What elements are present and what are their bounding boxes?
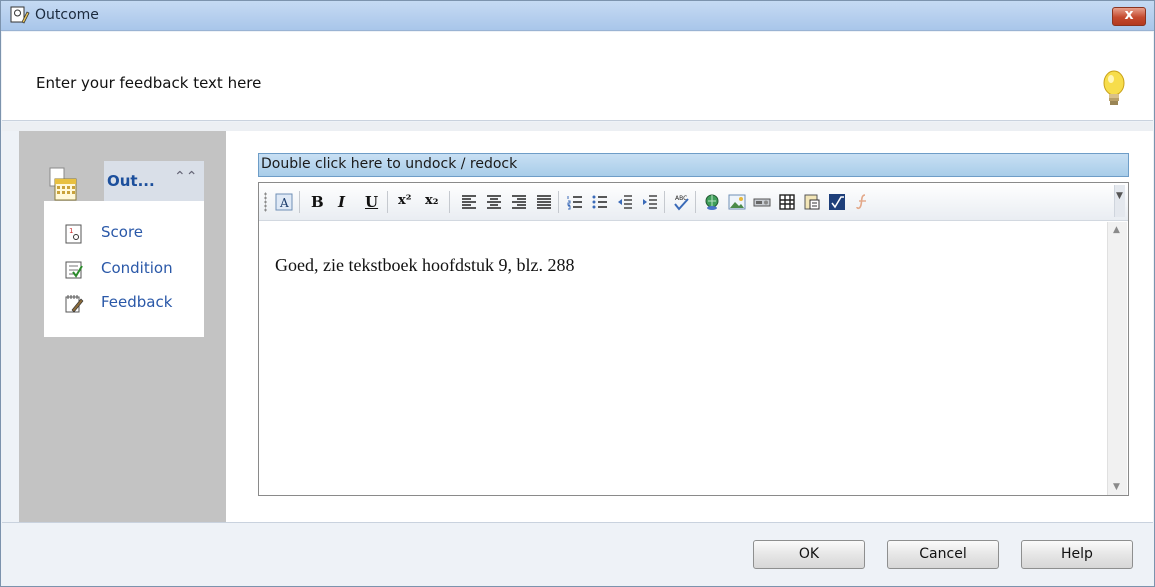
subscript-button[interactable]: x₂	[425, 193, 438, 208]
rich-text-editor[interactable]: A B I U x² x₂ ABC ▼ Goed, zie tekstboek …	[258, 182, 1129, 496]
feedback-icon	[65, 295, 84, 313]
indent-icon[interactable]	[641, 193, 659, 211]
outcome-window-icon	[10, 6, 30, 24]
outcome-calendar-icon	[49, 167, 77, 201]
insert-media-icon[interactable]	[753, 193, 771, 211]
editor-pane: Double click here to undock / redock A B…	[226, 131, 1153, 522]
insert-equation-icon[interactable]	[828, 193, 846, 211]
ok-button[interactable]: OK	[753, 540, 865, 569]
instruction-text: Enter your feedback text here	[36, 74, 262, 92]
sidebar-item-label[interactable]: Feedback	[101, 293, 172, 311]
spellcheck-icon[interactable]: ABC	[672, 193, 690, 211]
scroll-down-icon[interactable]: ▼	[1113, 482, 1120, 492]
align-right-icon[interactable]	[510, 193, 528, 211]
align-center-icon[interactable]	[485, 193, 503, 211]
close-icon: x	[1124, 7, 1134, 23]
insert-object-icon[interactable]	[803, 193, 821, 211]
editor-scrollbar[interactable]: ▲ ▼	[1107, 222, 1127, 495]
toolbar-separator	[558, 191, 559, 213]
toolbar-separator	[695, 191, 696, 213]
outdent-icon[interactable]	[616, 193, 634, 211]
outcome-group: Out... ⌃⌃ 1 Score Condition Feedback	[44, 161, 204, 337]
dialog-footer: OK Cancel Help	[2, 522, 1153, 586]
toolbar-separator	[449, 191, 450, 213]
toolbar-separator	[299, 191, 300, 213]
insert-table-icon[interactable]	[778, 193, 796, 211]
bullet-list-icon[interactable]	[591, 193, 609, 211]
bold-button[interactable]: B	[311, 193, 324, 211]
editor-content[interactable]: Goed, zie tekstboek hoofdstuk 9, blz. 28…	[275, 255, 574, 276]
window-title: Outcome	[35, 7, 99, 23]
title-bar[interactable]: Outcome x	[1, 1, 1154, 31]
toolbar-separator	[387, 191, 388, 213]
outcome-dialog: Outcome x Enter your feedback text here	[0, 0, 1155, 587]
score-icon: 1	[65, 224, 82, 244]
insert-image-icon[interactable]	[728, 193, 746, 211]
underline-button[interactable]: U	[365, 193, 378, 211]
align-left-icon[interactable]	[460, 193, 478, 211]
instruction-header: Enter your feedback text here	[2, 32, 1153, 121]
chevron-up-icon[interactable]: ⌃⌃	[174, 169, 197, 185]
help-button[interactable]: Help	[1021, 540, 1133, 569]
close-button[interactable]: x	[1112, 7, 1146, 26]
lightbulb-icon	[1103, 70, 1125, 105]
chevron-down-icon: ▼	[1116, 191, 1123, 201]
condition-icon	[65, 261, 83, 279]
svg-text:A: A	[279, 196, 289, 210]
scroll-up-icon[interactable]: ▲	[1113, 225, 1120, 235]
sidebar-item-label[interactable]: Condition	[101, 259, 173, 277]
dock-bar[interactable]: Double click here to undock / redock	[258, 153, 1129, 177]
superscript-button[interactable]: x²	[398, 193, 411, 208]
font-style-icon[interactable]: A	[275, 193, 293, 211]
dock-bar-label: Double click here to undock / redock	[261, 156, 518, 172]
toolbar-separator	[664, 191, 665, 213]
cancel-button[interactable]: Cancel	[887, 540, 999, 569]
hyperlink-icon[interactable]	[703, 193, 721, 211]
numbered-list-icon[interactable]	[566, 193, 584, 211]
italic-button[interactable]: I	[338, 193, 345, 211]
editor-toolbar: A B I U x² x₂ ABC ▼	[259, 183, 1128, 221]
toolbar-overflow-button[interactable]: ▼	[1114, 185, 1125, 217]
sidebar-item-label[interactable]: Score	[101, 223, 143, 241]
svg-text:1: 1	[69, 227, 73, 235]
insert-formula-icon[interactable]	[853, 193, 871, 211]
header-separator	[2, 122, 1153, 131]
sidebar: Out... ⌃⌃ 1 Score Condition Feedback	[19, 131, 226, 522]
toolbar-grip[interactable]	[264, 192, 267, 212]
outcome-group-label[interactable]: Out...	[107, 172, 155, 190]
outcome-group-header[interactable]: Out... ⌃⌃	[44, 161, 204, 201]
align-justify-icon[interactable]	[535, 193, 553, 211]
